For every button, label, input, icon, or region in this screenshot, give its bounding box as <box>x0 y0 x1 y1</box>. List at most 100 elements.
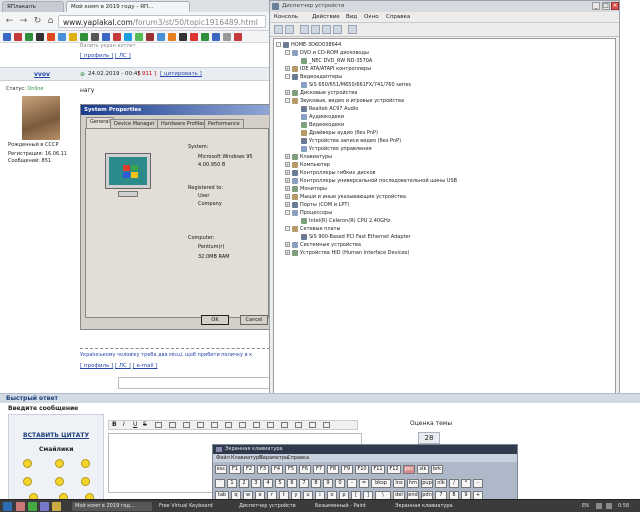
device-tree-node[interactable]: + Клавиатуры <box>285 153 332 161</box>
osk-key[interactable]: slk <box>417 465 429 474</box>
close-icon[interactable]: × <box>611 2 619 10</box>
back-icon[interactable] <box>274 25 283 34</box>
expand-icon[interactable]: + <box>285 202 290 207</box>
properties-icon[interactable] <box>311 25 320 34</box>
bookmark-icon[interactable] <box>157 33 165 41</box>
device-tree-node[interactable]: - HOME-3D6D038644 <box>276 41 341 49</box>
device-tree-node[interactable]: + Системные устройства <box>285 241 361 249</box>
bookmark-icon[interactable] <box>179 33 187 41</box>
device-tree-node[interactable]: + Контроллеры универсальной последователь… <box>285 177 457 185</box>
smiley-icon[interactable] <box>23 459 32 468</box>
device-tree-node[interactable]: + Мониторы <box>285 185 327 193</box>
bookmark-icon[interactable] <box>124 33 132 41</box>
expand-icon[interactable]: + <box>285 178 290 183</box>
osk-key[interactable]: bksp <box>371 479 391 488</box>
bookmark-icon[interactable] <box>212 33 220 41</box>
osk-key[interactable]: F10 <box>355 465 369 474</box>
collapse-icon[interactable]: - <box>285 50 290 55</box>
device-tree-node[interactable]: - DVD и CD-ROM дисководы <box>285 49 369 57</box>
bookmark-icon[interactable] <box>146 33 154 41</box>
device-tree-node[interactable]: Realtek AC97 Audio <box>294 105 358 113</box>
osk-key[interactable]: 1 <box>227 479 237 488</box>
device-tree-node[interactable]: + Устройства HID (Human Interface Devices… <box>285 249 409 257</box>
start-icon[interactable] <box>3 502 12 511</box>
quicklaunch-icon[interactable] <box>28 502 37 511</box>
osk-key[interactable]: - <box>473 479 483 488</box>
smiley-icon[interactable] <box>55 477 64 486</box>
device-tree-node[interactable]: - Сетевые платы <box>285 225 341 233</box>
device-tree-node[interactable]: + Мыши и иные указывающие устройства <box>285 193 406 201</box>
device-tree-node[interactable]: Драйверы аудио (без PnP) <box>294 129 378 137</box>
format-icon[interactable] <box>309 422 316 428</box>
osk-key[interactable]: esc <box>215 465 227 474</box>
device-tree-node[interactable]: SiS 900-Based PCI Fast Ethernet Adapter <box>294 233 411 241</box>
osk-key[interactable]: 5 <box>275 479 285 488</box>
bookmark-icon[interactable] <box>223 33 231 41</box>
osk-key[interactable]: 4 <box>263 479 273 488</box>
profile-link[interactable]: [ профиль ] <box>80 363 113 369</box>
osk-key[interactable]: / <box>449 479 459 488</box>
expand-icon[interactable]: + <box>285 250 290 255</box>
code-icon[interactable] <box>197 422 204 428</box>
tray-icon[interactable] <box>606 503 612 509</box>
tab-yaplakal[interactable]: ЯПлакалъ <box>2 1 64 12</box>
device-tree-node[interactable]: + Порты (COM и LPT) <box>285 201 349 209</box>
up-icon[interactable] <box>300 25 309 34</box>
menu-window[interactable]: Окно <box>364 14 379 20</box>
device-tree-node[interactable]: Устройства записи видео (без PnP) <box>294 137 401 145</box>
email-link[interactable]: [ e-mail ] <box>133 363 158 369</box>
taskbar-item-browser[interactable]: Мой комп в 2019 год... <box>72 502 152 511</box>
bookmark-icon[interactable] <box>190 33 198 41</box>
osk-key[interactable]: = <box>359 479 369 488</box>
expand-icon[interactable]: + <box>285 186 290 191</box>
taskbar-item-devmgr[interactable]: Диспетчер устройств <box>236 502 308 511</box>
smiley-icon[interactable] <box>81 477 90 486</box>
osk-menu-file[interactable]: Файл <box>216 455 230 461</box>
reload-icon[interactable]: ↻ <box>32 16 43 27</box>
bookmark-icon[interactable] <box>135 33 143 41</box>
osk-menu-options[interactable]: Параметры <box>259 455 289 461</box>
osk-key[interactable]: 7 <box>299 479 309 488</box>
quicklaunch-icon[interactable] <box>40 502 49 511</box>
osk-key[interactable]: 8 <box>311 479 321 488</box>
menu-console[interactable]: Консоль <box>274 14 298 20</box>
image-icon[interactable] <box>155 422 162 428</box>
osk-key[interactable]: F11 <box>371 465 385 474</box>
check-icon[interactable] <box>323 422 330 428</box>
align-icon[interactable] <box>281 422 288 428</box>
bookmark-icon[interactable] <box>3 33 11 41</box>
color-icon[interactable] <box>253 422 260 428</box>
collapse-icon[interactable]: - <box>285 226 290 231</box>
osk-key[interactable]: F2 <box>243 465 255 474</box>
link-icon[interactable] <box>169 422 176 428</box>
osk-key[interactable]: F7 <box>313 465 325 474</box>
menu-help[interactable]: Справка <box>386 14 410 20</box>
expand-icon[interactable]: + <box>285 90 290 95</box>
osk-key[interactable]: F12 <box>387 465 401 474</box>
underline-icon[interactable]: U <box>133 421 137 428</box>
insert-quote-link[interactable]: ВСТАВИТЬ ЦИТАТУ <box>23 432 89 439</box>
device-tree-node[interactable]: Устройство управления <box>294 145 372 153</box>
home-icon[interactable]: ⌂ <box>45 16 56 27</box>
strike-icon[interactable]: S <box>143 421 147 428</box>
osk-key[interactable]: F5 <box>285 465 297 474</box>
osk-key[interactable]: 9 <box>323 479 333 488</box>
smiley-icon[interactable] <box>23 477 32 486</box>
osk-key[interactable]: hm <box>407 479 419 488</box>
quick-search-input[interactable] <box>118 377 270 389</box>
bookmark-icon[interactable] <box>168 33 176 41</box>
osk-menu-keyboard[interactable]: Клавиатура <box>231 455 262 461</box>
bookmark-icon[interactable] <box>80 33 88 41</box>
bookmark-icon[interactable] <box>234 33 242 41</box>
post-anchor-icon[interactable]: ⊕ <box>80 71 85 78</box>
taskbar-item-paint[interactable]: Безымянный - Paint <box>312 502 388 511</box>
collapse-icon[interactable]: - <box>285 210 290 215</box>
maximize-icon[interactable]: □ <box>602 2 610 10</box>
forward-icon[interactable]: → <box>18 16 29 27</box>
profile-link[interactable]: [ профиль ] <box>80 53 113 59</box>
expand-icon[interactable]: + <box>285 66 290 71</box>
video-icon[interactable] <box>239 422 246 428</box>
forward-icon[interactable] <box>285 25 294 34</box>
spoiler-icon[interactable] <box>225 422 232 428</box>
osk-key[interactable]: 6 <box>287 479 297 488</box>
